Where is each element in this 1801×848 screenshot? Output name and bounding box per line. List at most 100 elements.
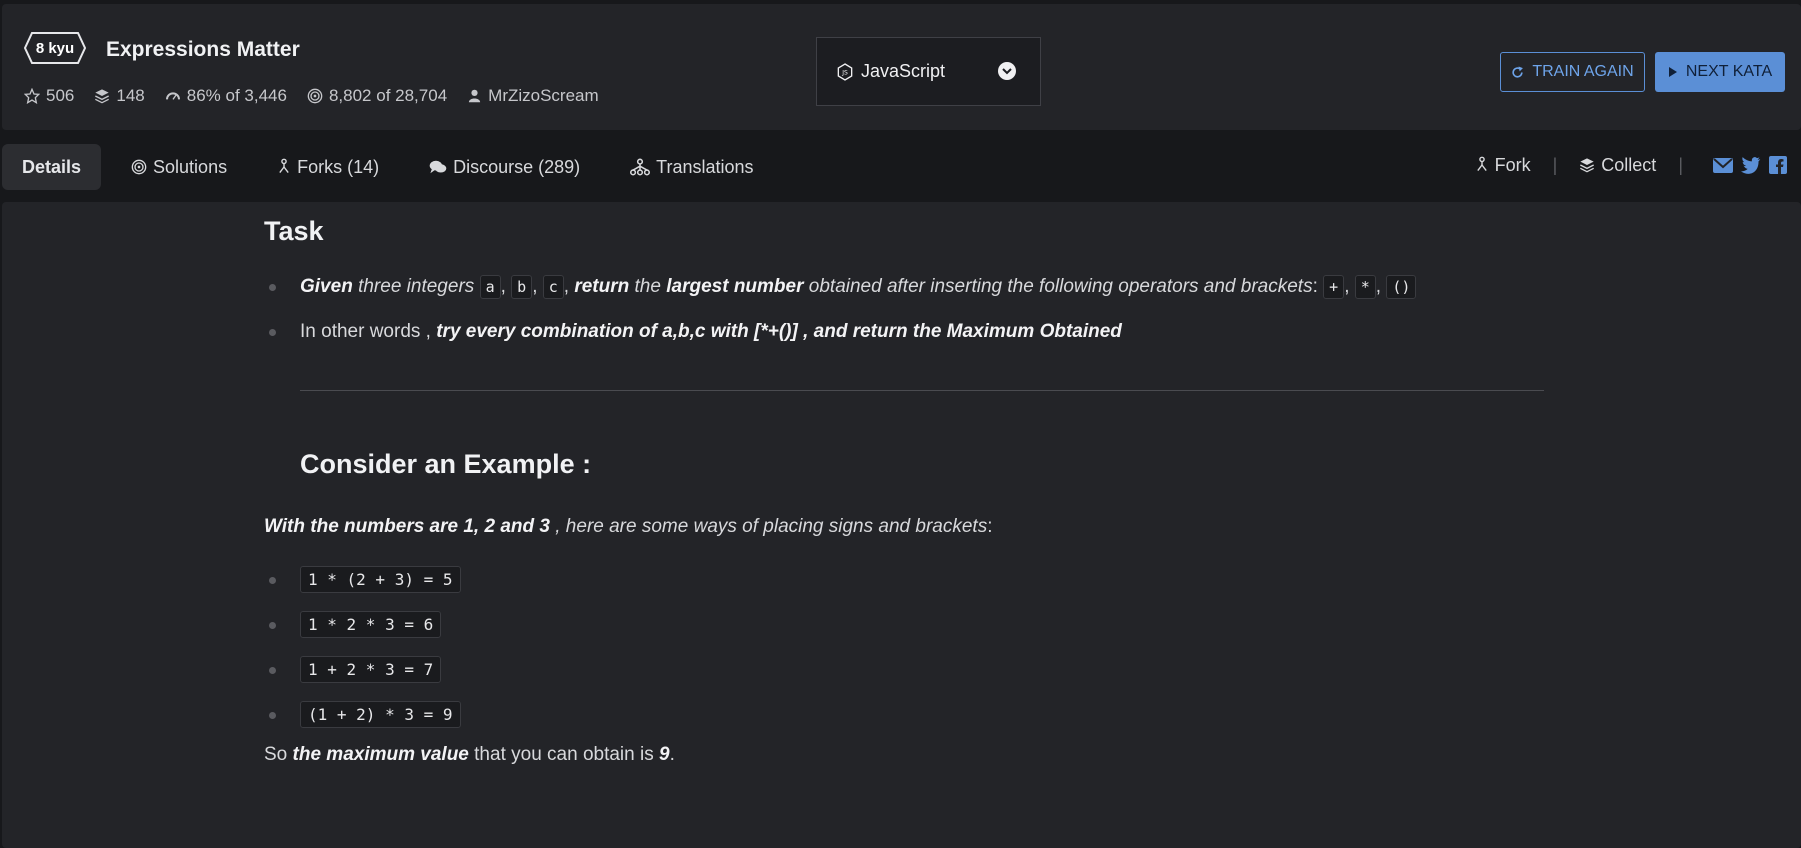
comma: ,: [1375, 276, 1382, 297]
fork-icon: [1476, 156, 1487, 172]
given-text: Given: [300, 276, 353, 297]
example-intro-text: , here are some ways of placing signs an…: [549, 516, 988, 537]
section-divider: [300, 390, 1544, 391]
conclusion-value: 9: [659, 744, 670, 765]
fork-button[interactable]: Fork: [1475, 155, 1531, 176]
chat-icon: [429, 160, 447, 174]
divider: |: [1552, 154, 1558, 175]
code-c: c: [542, 275, 564, 299]
twitter-icon[interactable]: [1741, 156, 1761, 174]
gauge-icon: [165, 92, 180, 100]
comma: ,: [1344, 276, 1350, 297]
tab-details[interactable]: Details: [2, 144, 102, 190]
stars-stat[interactable]: 506: [24, 86, 74, 106]
kyu-rank-label: 8 kyu: [35, 39, 75, 57]
translate-icon: [630, 158, 651, 176]
next-kata-label: NEXT KATA: [1685, 63, 1773, 80]
list-item: 1 + 2 * 3 = 7: [264, 654, 1564, 686]
kata-header: 8 kyu Expressions Matter 506 148 86% of …: [2, 4, 1801, 130]
bullet-emphasis: try every combination of a,b,c with [*+(…: [436, 321, 1122, 342]
conclusion-part: So: [264, 744, 293, 765]
colon: :: [987, 516, 993, 537]
fork-icon: [279, 158, 289, 174]
example-intro: With the numbers are 1, 2 and 3 , here a…: [264, 514, 1564, 540]
task-text: three integers: [352, 276, 480, 297]
language-select[interactable]: JS JavaScript: [816, 37, 1041, 106]
tab-translations[interactable]: Translations: [630, 144, 754, 190]
satisfaction-rate: 86%: [186, 86, 221, 105]
train-again-button[interactable]: TRAIN AGAIN: [1500, 52, 1645, 92]
target-icon: [131, 159, 147, 175]
target-icon: [307, 88, 323, 104]
tab-discourse-label: Discourse (289): [453, 156, 581, 177]
tab-forks-label: Forks (14): [297, 156, 380, 177]
return-text: return: [574, 276, 630, 297]
kata-tabs: Details Solutions Forks (14) Discourse (…: [0, 142, 1801, 192]
stars-count: 506: [46, 86, 75, 105]
tab-solutions-label: Solutions: [153, 156, 228, 177]
chevron-down-icon: [998, 62, 1016, 80]
tab-forks[interactable]: Forks (14): [277, 144, 379, 190]
list-item: (1 + 2) * 3 = 9: [264, 699, 1564, 731]
colon: :: [1312, 276, 1318, 297]
satisfaction-stat: 86% of 3,446: [165, 86, 287, 106]
task-bullets: Given three integers a, b, c, return the…: [264, 273, 1564, 346]
kata-title: Expressions Matter: [106, 38, 300, 61]
conclusion-part: that you can obtain is: [468, 744, 659, 765]
list-item: 1 * 2 * 3 = 6: [264, 609, 1564, 641]
layers-icon: [1580, 158, 1595, 173]
example-list: 1 * (2 + 3) = 5 1 * 2 * 3 = 6 1 + 2 * 3 …: [264, 564, 1564, 731]
play-icon: [1668, 67, 1677, 77]
list-item: In other words , try every combination o…: [264, 318, 1564, 346]
satisfaction-votes: of 3,446: [225, 86, 287, 105]
layers-icon: [95, 89, 110, 104]
conclusion-part: .: [669, 744, 675, 765]
example-expression: 1 + 2 * 3 = 7: [300, 656, 442, 683]
example-expression: 1 * 2 * 3 = 6: [300, 611, 442, 638]
comma: ,: [532, 276, 538, 297]
comma: ,: [563, 276, 570, 297]
collections-count: 148: [116, 86, 145, 105]
collect-button[interactable]: Collect: [1579, 155, 1656, 176]
refresh-icon: [1512, 66, 1524, 78]
kyu-rank-badge: 8 kyu: [24, 32, 86, 64]
list-item: Given three integers a, b, c, return the…: [264, 273, 1564, 301]
divider: |: [1678, 154, 1683, 175]
task-heading: Task: [264, 216, 324, 246]
kata-actions: Fork | Collect |: [1475, 142, 1787, 188]
tab-solutions[interactable]: Solutions: [131, 144, 227, 190]
example-expression: (1 + 2) * 3 = 9: [300, 701, 461, 728]
star-icon: [24, 88, 40, 104]
kata-description: Task Given three integers a, b, c, retur…: [264, 216, 1564, 766]
train-again-label: TRAIN AGAIN: [1532, 63, 1634, 80]
next-kata-button[interactable]: NEXT KATA: [1655, 52, 1785, 92]
conclusion-text: So the maximum value that you can obtain…: [264, 744, 1564, 766]
conclusion-bold: the maximum value: [292, 744, 469, 765]
bullet-text: In other words ,: [300, 321, 437, 342]
svg-text:JS: JS: [841, 69, 848, 76]
example-intro-bold: With the numbers are 1, 2 and 3: [264, 516, 550, 537]
author-stat[interactable]: MrZizoScream: [467, 86, 599, 106]
completed-count: 8,802: [328, 86, 372, 105]
author-link[interactable]: MrZizoScream: [488, 86, 599, 106]
user-icon: [469, 89, 481, 103]
task-text: obtained after inserting the following o…: [803, 276, 1313, 297]
tab-discourse[interactable]: Discourse (289): [429, 144, 580, 190]
share-links: [1705, 156, 1787, 174]
email-icon[interactable]: [1713, 157, 1733, 173]
fork-label: Fork: [1494, 154, 1531, 175]
code-a: a: [479, 275, 501, 299]
facebook-icon[interactable]: [1769, 156, 1787, 174]
kata-stats: 506 148 86% of 3,446 8,802 of 28,704 MrZ…: [24, 86, 619, 106]
javascript-icon: JS: [837, 62, 853, 81]
completed-stat: 8,802 of 28,704: [307, 86, 447, 106]
code-multiply: *: [1354, 275, 1376, 299]
list-item: 1 * (2 + 3) = 5: [264, 564, 1564, 596]
largest-number-text: largest number: [666, 276, 804, 297]
tab-translations-label: Translations: [656, 156, 754, 177]
comma: ,: [500, 276, 506, 297]
tab-details-label: Details: [22, 156, 82, 177]
collect-label: Collect: [1601, 154, 1657, 175]
task-text: the: [629, 276, 667, 297]
collections-stat: 148: [94, 86, 145, 106]
